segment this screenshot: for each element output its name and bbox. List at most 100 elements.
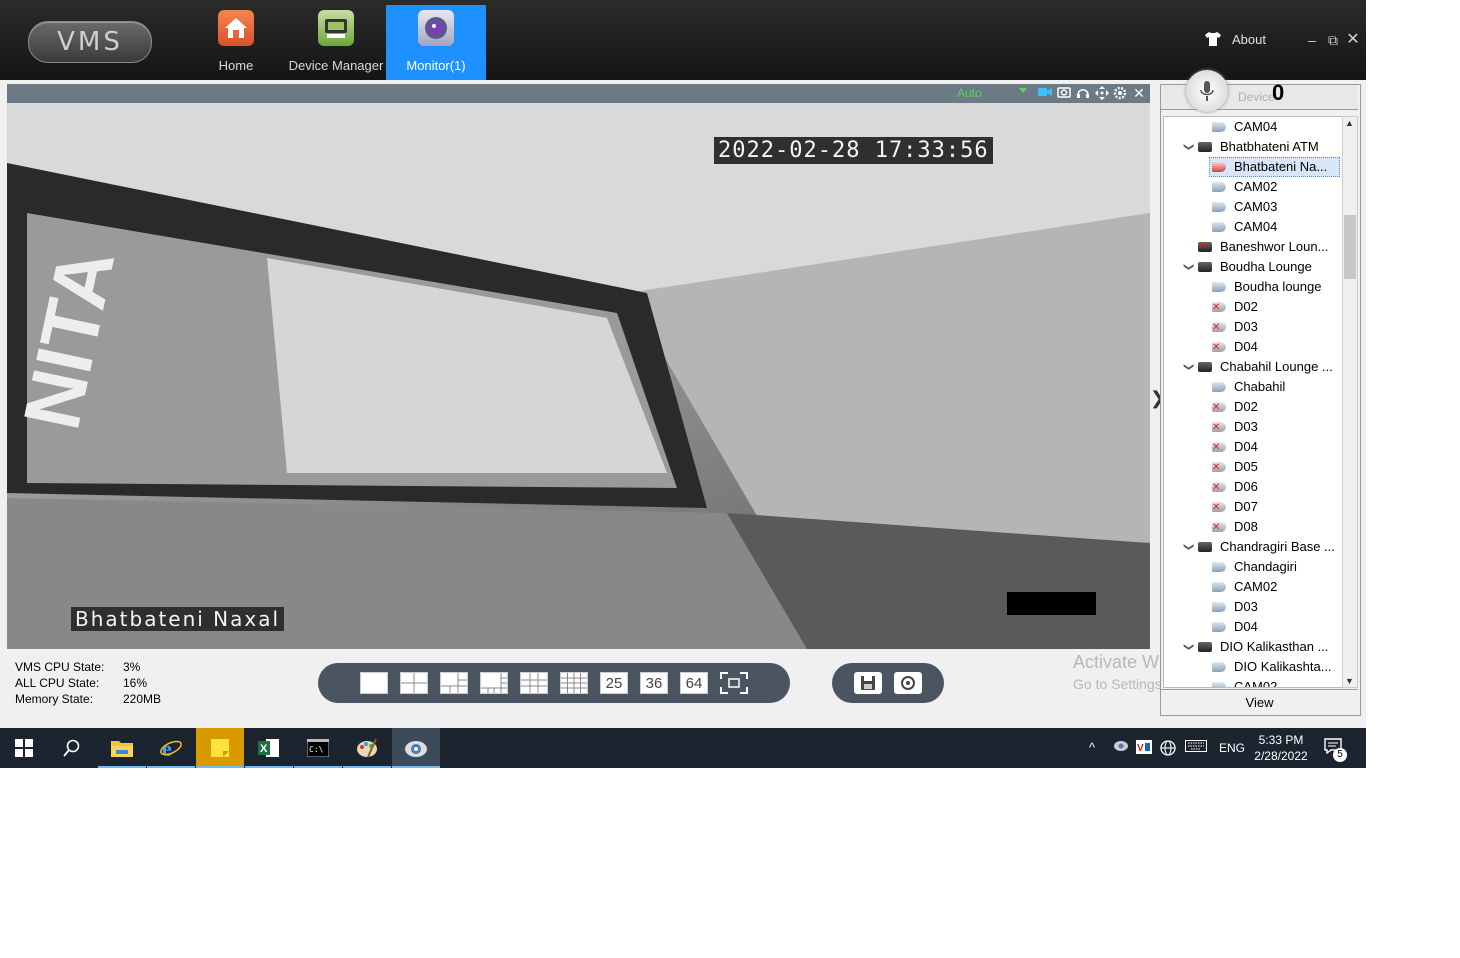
audio-icon[interactable] xyxy=(1076,86,1090,100)
network-drive-tray-icon[interactable] xyxy=(1113,740,1129,757)
system-clock[interactable]: 5:33 PM 2/28/2022 xyxy=(1250,732,1312,764)
tree-camera-node[interactable]: D05 xyxy=(1212,457,1258,478)
tree-camera-node[interactable]: D02 xyxy=(1212,297,1258,318)
vms-app-icon[interactable] xyxy=(392,728,440,768)
layout-8-icon[interactable] xyxy=(480,672,508,694)
layout-64-button[interactable]: 64 xyxy=(680,672,708,694)
fullscreen-icon[interactable] xyxy=(720,672,748,694)
record-icon[interactable] xyxy=(1038,86,1052,100)
layout-toolbar: 25 36 64 xyxy=(318,663,790,703)
vms-window: VMS Home Device Manager Monitor(1) About… xyxy=(0,0,1366,728)
nav-device-manager-button[interactable]: Device Manager xyxy=(286,5,386,80)
scroll-up-icon[interactable]: ▲ xyxy=(1345,118,1354,128)
tree-camera-node[interactable]: D06 xyxy=(1212,477,1258,498)
view-button[interactable]: View xyxy=(1161,689,1358,715)
tree-camera-node[interactable]: D07 xyxy=(1212,497,1258,518)
terminal-icon[interactable]: C:\ xyxy=(294,728,342,768)
tree-camera-node[interactable]: D04 xyxy=(1212,617,1258,637)
camera-offline-icon xyxy=(1212,458,1226,478)
tree-camera-node[interactable]: Boudha lounge xyxy=(1212,277,1321,297)
tree-device-node[interactable]: Baneshwor Loun... xyxy=(1198,236,1328,257)
system-stats: VMS CPU State: 3% ALL CPU State: 16% Memor… xyxy=(15,660,161,708)
all-cpu-value: 16% xyxy=(123,676,148,690)
tree-camera-node[interactable]: DIO Kalikashta... xyxy=(1212,657,1332,677)
tree-camera-node[interactable]: CAM04 xyxy=(1212,117,1277,137)
language-indicator[interactable]: ENG xyxy=(1219,741,1245,755)
expand-chevron-icon[interactable]: ❯ xyxy=(1178,643,1198,651)
tree-device-node[interactable]: ❯ Boudha Lounge xyxy=(1183,257,1312,277)
tree-camera-node[interactable]: D04 xyxy=(1212,337,1258,358)
layout-6-icon[interactable] xyxy=(440,672,468,694)
expand-chevron-icon[interactable]: ❯ xyxy=(1178,143,1198,151)
tree-camera-node[interactable]: D08 xyxy=(1212,517,1258,538)
dvr-icon xyxy=(1198,262,1212,272)
tree-camera-node[interactable]: CAM02 xyxy=(1212,177,1277,197)
expand-chevron-icon[interactable]: ❯ xyxy=(1178,543,1198,551)
vms-cpu-value: 3% xyxy=(123,660,141,674)
tree-camera-node[interactable]: Chandagiri xyxy=(1212,557,1297,577)
tree-camera-node[interactable]: CAM02 xyxy=(1212,577,1277,597)
scroll-thumb[interactable] xyxy=(1344,215,1356,279)
camera-icon xyxy=(1212,662,1226,672)
file-explorer-icon[interactable] xyxy=(98,728,146,768)
layout-1-icon[interactable] xyxy=(360,672,388,694)
tree-scrollbar[interactable]: ▲ ▼ xyxy=(1342,116,1358,688)
save-icon[interactable] xyxy=(854,672,882,694)
tree-camera-node[interactable]: CAM04 xyxy=(1212,217,1277,237)
internet-explorer-icon[interactable]: e xyxy=(147,728,195,768)
tree-camera-node[interactable]: D03 xyxy=(1212,417,1258,438)
video-view[interactable]: Auto ✕ NITA 2022-02-28 17:33:56 Bhatbate… xyxy=(7,84,1150,649)
tree-node-label: CAM04 xyxy=(1234,119,1278,134)
tree-camera-node[interactable]: D02 xyxy=(1212,397,1258,418)
expand-chevron-icon[interactable]: ❯ xyxy=(1178,263,1198,271)
about-button[interactable]: About xyxy=(1204,31,1266,47)
camera-icon xyxy=(1212,622,1226,632)
expand-chevron-icon[interactable]: ❯ xyxy=(1178,363,1198,371)
microphone-icon[interactable] xyxy=(1186,70,1228,112)
layout-25-button[interactable]: 25 xyxy=(600,672,628,694)
ptz-icon[interactable] xyxy=(1095,86,1109,100)
keyboard-tray-icon[interactable] xyxy=(1185,740,1207,755)
tree-camera-node[interactable]: D04 xyxy=(1212,437,1258,458)
tree-camera-node[interactable]: Bhatbateni Na... xyxy=(1212,157,1327,177)
layout-16-icon[interactable] xyxy=(560,672,588,694)
tree-device-node[interactable]: ❯ Chabahil Lounge ... xyxy=(1183,357,1333,377)
search-icon[interactable] xyxy=(48,728,96,768)
tree-camera-node[interactable]: D03 xyxy=(1212,597,1258,617)
tree-camera-node[interactable]: Chabahil xyxy=(1212,377,1285,397)
tree-device-node[interactable]: ❯ DIO Kalikasthan ... xyxy=(1183,637,1328,657)
excel-icon[interactable]: X xyxy=(245,728,293,768)
globe-tray-icon[interactable] xyxy=(1160,740,1176,759)
refresh-icon[interactable] xyxy=(894,672,922,694)
stream-mode-select[interactable]: Auto xyxy=(957,86,982,100)
settings-icon[interactable] xyxy=(1113,86,1127,100)
vpn-tray-icon[interactable]: V xyxy=(1136,740,1152,757)
action-toolbar xyxy=(832,663,944,703)
restore-button[interactable]: ⧉ xyxy=(1325,32,1341,48)
nav-monitor-tab[interactable]: Monitor(1) xyxy=(386,5,486,80)
tree-device-node[interactable]: ❯ Bhatbhateni ATM xyxy=(1183,137,1319,157)
tree-camera-node[interactable]: CAM03 xyxy=(1212,197,1277,217)
paint-icon[interactable] xyxy=(343,728,391,768)
show-hidden-icons[interactable]: ^ xyxy=(1089,740,1095,755)
close-video-icon[interactable]: ✕ xyxy=(1132,86,1146,100)
windows-start-icon[interactable] xyxy=(0,728,48,768)
layout-9-icon[interactable] xyxy=(520,672,548,694)
camera-icon xyxy=(1212,162,1226,172)
minimize-button[interactable]: – xyxy=(1304,32,1320,48)
tree-camera-node[interactable]: CAM02 xyxy=(1212,677,1277,687)
scroll-down-icon[interactable]: ▼ xyxy=(1345,676,1354,686)
close-button[interactable]: ✕ xyxy=(1345,32,1361,48)
nav-home-button[interactable]: Home xyxy=(200,5,272,80)
tree-device-node[interactable]: ❯ Chandragiri Base ... xyxy=(1183,537,1335,557)
tree-camera-node[interactable]: D03 xyxy=(1212,317,1258,338)
device-tab[interactable]: Device xyxy=(1238,90,1275,104)
sticky-notes-icon[interactable] xyxy=(196,728,244,768)
layout-4-icon[interactable] xyxy=(400,672,428,694)
stream-mode-dropdown-icon[interactable] xyxy=(1019,88,1027,93)
snapshot-icon[interactable] xyxy=(1057,86,1071,100)
tree-node-label: D03 xyxy=(1234,419,1258,434)
layout-36-button[interactable]: 36 xyxy=(640,672,668,694)
tree-node-label: D08 xyxy=(1234,519,1258,534)
device-tree[interactable]: CAM04 ❯ Bhatbhateni ATM Bhatbateni Na... CAM… xyxy=(1163,116,1343,688)
